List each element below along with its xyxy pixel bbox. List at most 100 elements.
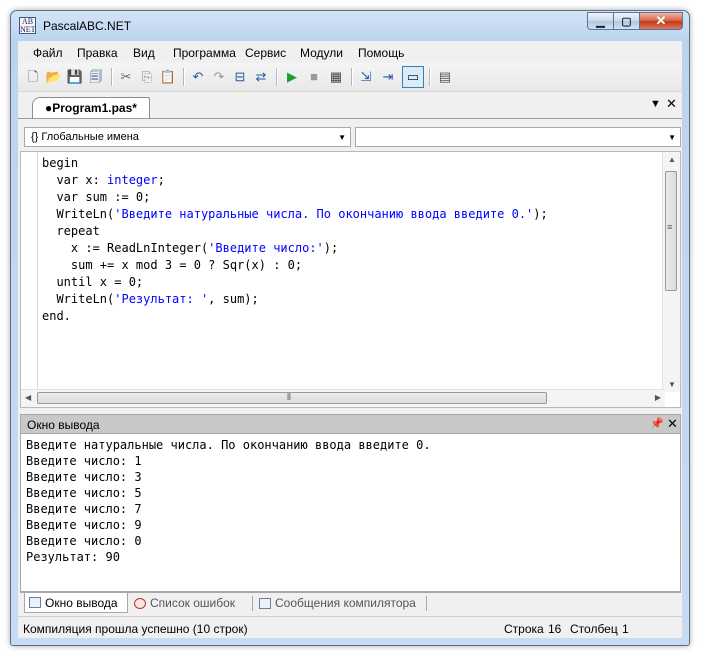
output-line: Введите число: 1: [26, 454, 142, 468]
close-button[interactable]: ✕: [639, 12, 683, 30]
window-title: PascalABC.NET: [43, 19, 132, 33]
output-line: Введите число: 7: [26, 502, 142, 516]
toolbar-separator: [351, 68, 353, 86]
replace-icon[interactable]: ⇄: [253, 69, 269, 85]
menu-program[interactable]: Программа: [173, 46, 236, 60]
minimize-icon: ▁: [596, 15, 605, 28]
code-line: end.: [42, 309, 71, 323]
tab-separator: [252, 596, 253, 611]
scroll-up-icon[interactable]: ▲: [668, 155, 676, 164]
output-line: Введите число: 3: [26, 470, 142, 484]
code-line: WriteLn('Введите натуральные числа. По о…: [42, 207, 548, 221]
menu-modules[interactable]: Модули: [300, 46, 343, 60]
code-line: repeat: [42, 224, 100, 238]
tab-separator: [426, 596, 427, 611]
output-panel[interactable]: Введите натуральные числа. По окончанию …: [20, 434, 681, 592]
tab-label: ●Program1.pas*: [45, 101, 137, 115]
maximize-button[interactable]: ▢: [613, 12, 639, 30]
cut-icon[interactable]: ✂: [118, 69, 134, 85]
code-line: until x = 0;: [42, 275, 144, 289]
menu-service[interactable]: Сервис: [245, 46, 286, 60]
code-line: sum += x mod 3 = 0 ? Sqr(x) : 0;: [42, 258, 303, 272]
maximize-icon: ▢: [621, 15, 632, 28]
pin-icon[interactable]: 📌: [650, 417, 664, 430]
new-file-icon[interactable]: 🗋: [25, 69, 41, 85]
run-icon[interactable]: ▶: [284, 69, 300, 85]
menu-file[interactable]: Файл: [33, 46, 63, 60]
menu-view[interactable]: Вид: [133, 46, 155, 60]
output-window-icon: [29, 597, 41, 608]
undo-icon[interactable]: ↶: [190, 69, 206, 85]
format-code-icon[interactable]: ▤: [437, 69, 453, 85]
client-area: Файл Правка Вид Программа Сервис Модули …: [18, 41, 682, 638]
minimize-button[interactable]: ▁: [587, 12, 613, 30]
output-text: Введите натуральные числа. По окончанию …: [26, 437, 431, 565]
output-panel-header: Окно вывода 📌 ✕: [20, 414, 681, 434]
compile-icon[interactable]: ▦: [328, 69, 344, 85]
tab-output-window[interactable]: Окно вывода: [24, 593, 128, 613]
scroll-down-icon[interactable]: ▼: [668, 380, 676, 389]
document-tab-strip: ●Program1.pas* ▼ ✕: [18, 92, 682, 119]
save-all-icon[interactable]: 🗐: [88, 69, 104, 85]
status-col-value: 1: [622, 622, 629, 636]
tab-output-window-label: Окно вывода: [45, 595, 118, 610]
toolbar-separator: [276, 68, 278, 86]
pascal-app-icon: AB NET: [19, 17, 36, 34]
scope-select-value: {} Глобальные имена: [31, 131, 139, 143]
tab-compiler-messages-label: Сообщения компилятора: [275, 596, 416, 610]
status-bar: Компиляция прошла успешно (10 строк) Стр…: [18, 616, 682, 638]
output-line: Введите натуральные числа. По окончанию …: [26, 438, 431, 452]
find-icon[interactable]: ⊟: [232, 69, 248, 85]
scope-select[interactable]: {} Глобальные имена ▼: [24, 127, 351, 147]
scroll-right-icon[interactable]: ▶: [655, 393, 661, 402]
code-editor[interactable]: begin var x: integer; var sum := 0; Writ…: [20, 151, 681, 408]
output-line: Введите число: 5: [26, 486, 142, 500]
tab-error-list[interactable]: Список ошибок: [130, 593, 250, 613]
panel-close-icon[interactable]: ✕: [667, 416, 678, 432]
output-panel-title: Окно вывода: [27, 418, 100, 432]
stop-icon[interactable]: ■: [306, 69, 322, 85]
app-window: AB NET PascalABC.NET ▁ ▢ ✕ Файл Правка В…: [10, 10, 690, 646]
toolbar-separator: [183, 68, 185, 86]
step-over-icon[interactable]: ⇥: [380, 69, 396, 85]
title-bar[interactable]: AB NET PascalABC.NET ▁ ▢ ✕: [11, 11, 689, 41]
tab-list-chevron-down-icon[interactable]: ▼: [650, 98, 661, 110]
code-line: var x: integer;: [42, 173, 165, 187]
code-line: var sum := 0;: [42, 190, 151, 204]
status-message: Компиляция прошла успешно (10 строк): [23, 622, 248, 636]
tab-compiler-messages[interactable]: Сообщения компилятора: [255, 593, 425, 613]
step-into-icon[interactable]: ⇲: [358, 69, 374, 85]
compiler-messages-icon: [259, 597, 271, 609]
grip-icon: ⦀: [287, 392, 291, 402]
menu-help[interactable]: Помощь: [358, 46, 404, 60]
chevron-down-icon: ▼: [338, 133, 346, 142]
toolbar-separator: [111, 68, 113, 86]
redo-icon[interactable]: ↷: [211, 69, 227, 85]
horizontal-scroll-thumb[interactable]: [37, 392, 547, 404]
grip-icon: ≡: [667, 222, 673, 232]
toolbar-separator: [429, 68, 431, 86]
open-folder-icon[interactable]: 📂: [46, 69, 62, 85]
chevron-down-icon: ▼: [668, 133, 676, 142]
code-line: x := ReadLnInteger('Введите число:');: [42, 241, 339, 255]
copy-icon[interactable]: ⎘: [139, 69, 155, 85]
vertical-scrollbar[interactable]: ▲ ≡ ▼: [662, 152, 680, 392]
navigation-combos: {} Глобальные имена ▼ ▼: [18, 119, 682, 149]
horizontal-scrollbar[interactable]: ◀ ⦀ ▶: [21, 389, 665, 407]
save-icon[interactable]: 💾: [67, 69, 83, 85]
tab-program1[interactable]: ●Program1.pas*: [32, 97, 150, 118]
output-line: Введите число: 0: [26, 534, 142, 548]
status-line-value: 16: [548, 622, 562, 636]
tab-close-icon[interactable]: ✕: [666, 96, 677, 112]
code-line: WriteLn('Результат: ', sum);: [42, 292, 259, 306]
member-select[interactable]: ▼: [355, 127, 681, 147]
editor-gutter: [21, 152, 38, 392]
scroll-left-icon[interactable]: ◀: [25, 393, 31, 402]
code-text[interactable]: begin var x: integer; var sum := 0; Writ…: [42, 155, 548, 325]
toolbar: 🗋 📂 💾 🗐 ✂ ⎘ 📋 ↶ ↷ ⊟ ⇄ ▶ ■ ▦ ⇲ ⇥ ▭ ▤: [18, 63, 682, 92]
paste-icon[interactable]: 📋: [160, 69, 176, 85]
bottom-tab-strip: Окно вывода Список ошибок Сообщения комп…: [20, 592, 681, 615]
menu-edit[interactable]: Правка: [77, 46, 118, 60]
output-line: Введите число: 9: [26, 518, 142, 532]
output-line: Результат: 90: [26, 550, 120, 564]
